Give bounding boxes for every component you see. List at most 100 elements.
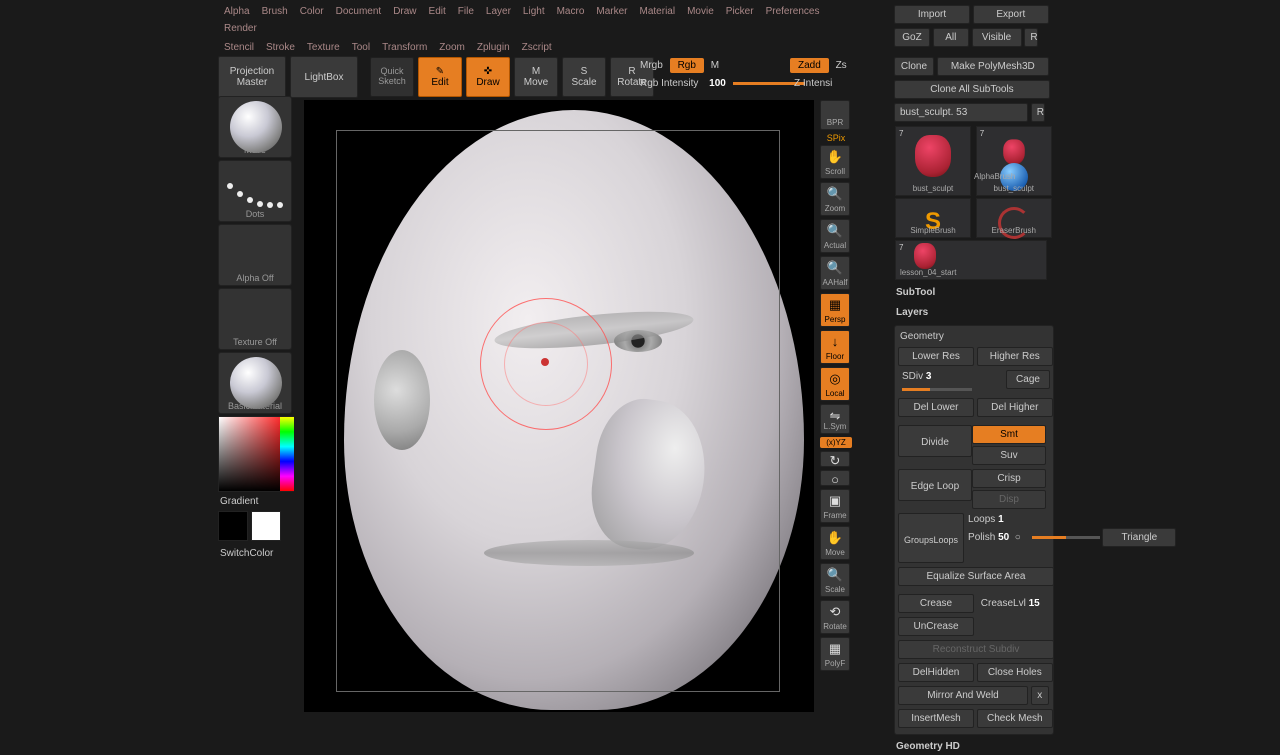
menu-zplugin[interactable]: Zplugin — [471, 39, 516, 56]
goz-r-button[interactable]: R — [1024, 28, 1038, 47]
mirror-weld-button[interactable]: Mirror And Weld — [898, 686, 1028, 705]
scale-nav-button[interactable]: 🔍Scale — [820, 563, 850, 597]
clone-button[interactable]: Clone — [894, 57, 934, 76]
triangle-toggle[interactable]: Triangle — [1102, 528, 1176, 547]
menu-stencil[interactable]: Stencil — [218, 39, 260, 56]
axis-o-button[interactable]: ○ — [820, 470, 850, 486]
polyf-button[interactable]: ▦PolyF — [820, 637, 850, 671]
secondary-color-swatch[interactable] — [251, 511, 281, 541]
tool-thumb-lesson[interactable]: 7lesson_04_start — [895, 240, 1047, 280]
menu-movie[interactable]: Movie — [681, 3, 720, 20]
frame-button[interactable]: ▣Frame — [820, 489, 850, 523]
insertmesh-button[interactable]: InsertMesh — [898, 709, 974, 728]
del-higher-button[interactable]: Del Higher — [977, 398, 1053, 417]
document-canvas[interactable] — [304, 100, 814, 712]
disp-toggle[interactable]: Disp — [972, 490, 1046, 509]
menu-alpha[interactable]: Alpha — [218, 3, 256, 20]
menu-light[interactable]: Light — [517, 3, 551, 20]
gradient-label[interactable]: Gradient — [218, 492, 296, 511]
geometry-hd-header[interactable]: Geometry HD — [894, 735, 1054, 755]
make-polymesh-button[interactable]: Make PolyMesh3D — [937, 57, 1049, 76]
menu-brush[interactable]: Brush — [256, 3, 294, 20]
lower-res-button[interactable]: Lower Res — [898, 347, 974, 366]
quick-sketch-button[interactable]: Quick Sketch — [370, 57, 414, 97]
mirror-axis-button[interactable]: x — [1031, 686, 1049, 705]
menu-material[interactable]: Material — [634, 3, 682, 20]
menu-zoom[interactable]: Zoom — [433, 39, 471, 56]
floor-button[interactable]: ↓Floor — [820, 330, 850, 364]
menu-edit[interactable]: Edit — [423, 3, 452, 20]
menu-macro[interactable]: Macro — [551, 3, 591, 20]
rgb-toggle[interactable]: Rgb — [670, 58, 704, 73]
menu-color[interactable]: Color — [294, 3, 330, 20]
stroke-thumbnail[interactable]: Dots — [218, 160, 292, 222]
move-mode-button[interactable]: MMove — [514, 57, 558, 97]
menu-stroke[interactable]: Stroke — [260, 39, 301, 56]
close-holes-button[interactable]: Close Holes — [977, 663, 1053, 682]
menu-file[interactable]: File — [452, 3, 480, 20]
geometry-header[interactable]: Geometry — [898, 329, 1050, 346]
menu-preferences[interactable]: Preferences — [760, 3, 826, 20]
divide-button[interactable]: Divide — [898, 425, 972, 457]
rgb-intensity-value[interactable]: 100 — [705, 76, 730, 91]
creaselvl-label[interactable]: CreaseLvl 15 — [977, 596, 1044, 611]
loops-label[interactable]: Loops 1 — [964, 512, 1008, 527]
uncrease-button[interactable]: UnCrease — [898, 617, 974, 636]
layers-header[interactable]: Layers — [894, 301, 1054, 321]
tool-thumb-bust-sculpt[interactable]: 7bust_sculpt — [895, 126, 971, 196]
draw-mode-button[interactable]: ✜Draw — [466, 57, 510, 97]
subtool-header[interactable]: SubTool — [894, 281, 1054, 301]
tool-r-button[interactable]: R — [1031, 103, 1045, 122]
switch-color-button[interactable]: SwitchColor — [218, 544, 296, 563]
smt-toggle[interactable]: Smt — [972, 425, 1046, 444]
zoom-button[interactable]: 🔍Zoom — [820, 182, 850, 216]
hue-strip[interactable] — [280, 417, 294, 491]
menu-picker[interactable]: Picker — [720, 3, 760, 20]
sdiv-label[interactable]: SDiv 3 — [898, 369, 935, 384]
mrgb-toggle[interactable]: Mrgb — [636, 58, 667, 73]
sdiv-slider[interactable] — [902, 388, 972, 391]
local-button[interactable]: ◎Local — [820, 367, 850, 401]
suv-toggle[interactable]: Suv — [972, 446, 1046, 465]
bpr-button[interactable]: BPR — [820, 100, 850, 130]
del-lower-button[interactable]: Del Lower — [898, 398, 974, 417]
brush-thumbnail[interactable]: Move — [218, 96, 292, 158]
crisp-toggle[interactable]: Crisp — [972, 469, 1046, 488]
import-button[interactable]: Import — [894, 5, 970, 24]
tool-thumb-eraserbrush[interactable]: EraserBrush — [976, 198, 1052, 238]
scale-mode-button[interactable]: SScale — [562, 57, 606, 97]
rotate-nav-button[interactable]: ⟲Rotate — [820, 600, 850, 634]
menu-marker[interactable]: Marker — [590, 3, 633, 20]
goz-visible-button[interactable]: Visible — [972, 28, 1022, 47]
menu-render[interactable]: Render — [218, 20, 263, 37]
groupsloops-button[interactable]: GroupsLoops — [898, 513, 964, 563]
goz-button[interactable]: GoZ — [894, 28, 930, 47]
texture-thumbnail[interactable]: Texture Off — [218, 288, 292, 350]
m-toggle[interactable]: M — [707, 58, 723, 73]
tool-name-field[interactable]: bust_sculpt. 53 — [894, 103, 1028, 122]
edit-mode-button[interactable]: ✎Edit — [418, 57, 462, 97]
higher-res-button[interactable]: Higher Res — [977, 347, 1053, 366]
zadd-toggle[interactable]: Zadd — [790, 58, 829, 73]
edge-loop-button[interactable]: Edge Loop — [898, 469, 972, 501]
lsym-button[interactable]: ⇋L.Sym — [820, 404, 850, 434]
menu-zscript[interactable]: Zscript — [516, 39, 558, 56]
polish-label[interactable]: Polish 50 ○ — [964, 530, 1025, 545]
menu-layer[interactable]: Layer — [480, 3, 517, 20]
actual-button[interactable]: 🔍Actual — [820, 219, 850, 253]
material-thumbnail[interactable]: BasicMaterial — [218, 352, 292, 414]
menu-transform[interactable]: Transform — [376, 39, 433, 56]
xyz-toggle[interactable]: (x)YZ — [820, 437, 852, 448]
persp-button[interactable]: ▦Persp — [820, 293, 850, 327]
scroll-button[interactable]: ✋Scroll — [820, 145, 850, 179]
export-button[interactable]: Export — [973, 5, 1049, 24]
reconstruct-subdiv-button[interactable]: Reconstruct Subdiv — [898, 640, 1054, 659]
color-picker[interactable] — [218, 416, 294, 492]
crease-button[interactable]: Crease — [898, 594, 974, 613]
cage-button[interactable]: Cage — [1006, 370, 1050, 389]
move-nav-button[interactable]: ✋Move — [820, 526, 850, 560]
tool-thumb-bust-sculpt-2[interactable]: 7bust_sculpt — [976, 126, 1052, 196]
menu-draw[interactable]: Draw — [387, 3, 422, 20]
polish-slider[interactable] — [1032, 536, 1100, 539]
main-color-swatch[interactable] — [218, 511, 248, 541]
